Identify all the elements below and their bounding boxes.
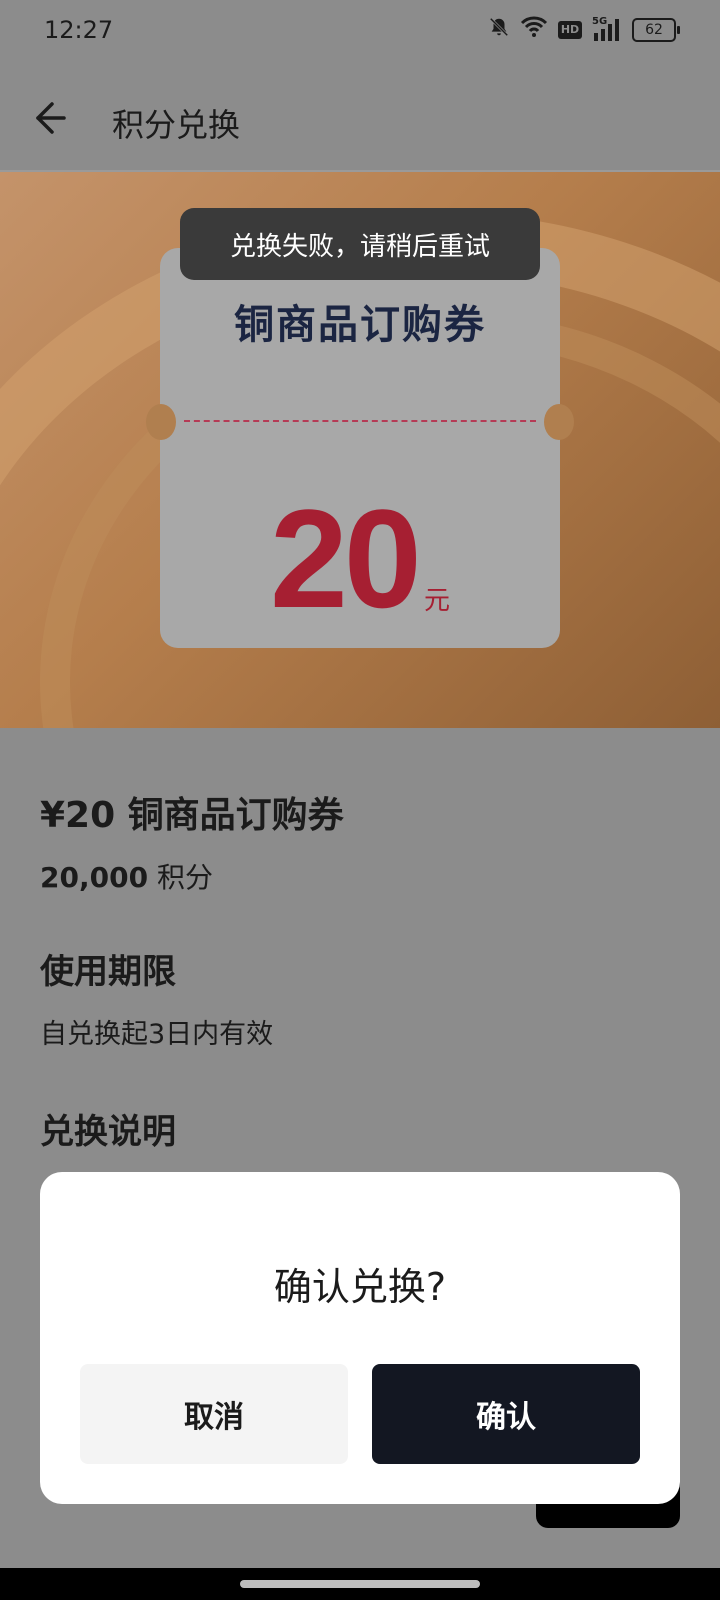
points-unit: 积分 <box>156 861 213 894</box>
ticket-notch-right <box>544 404 574 440</box>
battery-indicator: 62 <box>632 17 680 42</box>
page-title: 积分兑换 <box>112 106 241 144</box>
voucher-amount: 20 <box>270 480 422 637</box>
dialog-title: 确认兑换? <box>273 1265 447 1309</box>
points-price: 20,000 积分 <box>40 856 213 896</box>
product-name: ¥20 铜商品订购券 <box>40 795 344 836</box>
signal-5g-icon: 5G <box>592 16 622 41</box>
error-toast: 兑换失败，请稍后重试 <box>180 208 540 280</box>
ticket-perforation <box>184 420 536 422</box>
status-icons: HD 5G 62 <box>488 16 680 43</box>
app-bar <box>0 64 720 170</box>
voucher-unit: 元 <box>424 586 451 616</box>
arrow-left-icon[interactable] <box>30 98 70 138</box>
confirm-button[interactable]: 确认 <box>372 1364 640 1464</box>
validity-text: 自兑换起3日内有效 <box>40 1019 274 1050</box>
voucher-title: 铜商品订购券 <box>234 302 486 348</box>
validity-heading: 使用期限 <box>40 952 176 992</box>
hd-icon: HD <box>558 20 582 39</box>
status-time: 12:27 <box>44 16 114 44</box>
ticket-notch-left <box>146 404 176 440</box>
cancel-button[interactable]: 取消 <box>80 1364 348 1464</box>
wifi-icon <box>520 16 548 43</box>
points-value: 20,000 <box>40 861 149 894</box>
bell-off-icon <box>488 16 510 43</box>
explain-heading: 兑换说明 <box>40 1112 176 1152</box>
home-indicator[interactable] <box>240 1580 480 1588</box>
